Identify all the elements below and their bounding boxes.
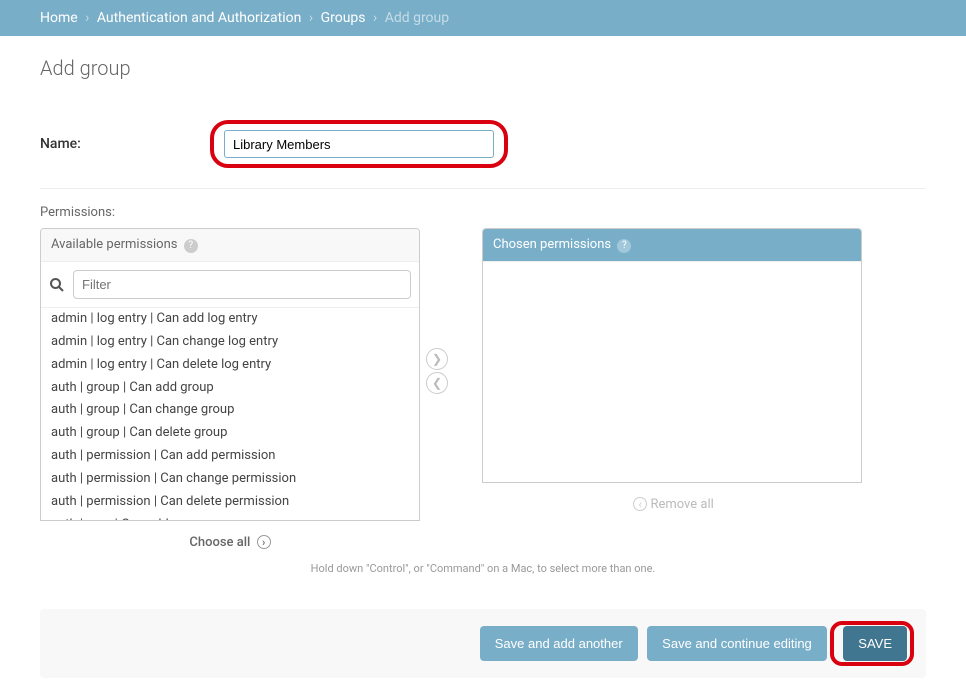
move-right-button[interactable]: ❯ [426, 348, 448, 370]
permission-option[interactable]: admin | log entry | Can change log entry [41, 331, 419, 354]
chevron-right-icon: › [309, 10, 313, 26]
help-icon[interactable]: ? [617, 239, 631, 253]
chevron-right-icon: › [85, 10, 89, 26]
submit-row: Save and add another Save and continue e… [40, 609, 926, 678]
permission-option[interactable]: auth | user | Can add user [41, 514, 419, 520]
chevron-right-icon: › [373, 10, 377, 26]
chosen-list[interactable] [483, 262, 861, 482]
permission-option[interactable]: auth | group | Can delete group [41, 422, 419, 445]
permissions-selector: Available permissions ? admin | log entr… [40, 228, 926, 550]
chosen-header-text: Chosen permissions [493, 237, 611, 252]
remove-all-text: Remove all [650, 497, 713, 512]
filter-input[interactable] [73, 270, 411, 299]
breadcrumb-current: Add group [385, 10, 449, 26]
permission-option[interactable]: auth | permission | Can change permissio… [41, 468, 419, 491]
permission-option[interactable]: auth | permission | Can add permission [41, 445, 419, 468]
save-highlight: SAVE [830, 621, 914, 666]
name-input[interactable] [224, 130, 494, 158]
save-button[interactable]: SAVE [843, 626, 907, 661]
breadcrumb-auth[interactable]: Authentication and Authorization [97, 10, 302, 26]
name-row: Name: [40, 108, 926, 189]
choose-all-link[interactable]: Choose all › [40, 521, 420, 550]
chevron-left-icon: ‹ [633, 497, 647, 511]
filter-row [41, 262, 419, 308]
permission-option[interactable]: auth | group | Can add group [41, 377, 419, 400]
save-add-another-button[interactable]: Save and add another [480, 626, 638, 661]
move-left-button[interactable]: ❮ [426, 372, 448, 394]
save-continue-button[interactable]: Save and continue editing [647, 626, 827, 661]
name-label: Name: [40, 136, 210, 152]
permissions-label: Permissions: [40, 205, 926, 220]
chosen-header: Chosen permissions ? [483, 229, 861, 262]
available-header: Available permissions ? [41, 229, 419, 262]
choose-all-text: Choose all [189, 535, 250, 550]
permission-option[interactable]: auth | permission | Can delete permissio… [41, 491, 419, 514]
available-list[interactable]: admin | log entry | Can add log entryadm… [41, 308, 419, 520]
help-icon[interactable]: ? [184, 239, 198, 253]
remove-all-link[interactable]: ‹ Remove all [482, 483, 862, 512]
search-icon [49, 277, 65, 293]
available-header-text: Available permissions [51, 237, 177, 252]
permission-option[interactable]: auth | group | Can change group [41, 399, 419, 422]
name-highlight [210, 120, 508, 168]
breadcrumb-groups[interactable]: Groups [321, 10, 366, 26]
selector-arrows: ❯ ❮ [420, 348, 454, 394]
breadcrumb-home[interactable]: Home [40, 10, 78, 26]
page-title: Add group [40, 56, 926, 80]
breadcrumb: Home › Authentication and Authorization … [0, 0, 966, 36]
selector-help-text: Hold down "Control", or "Command" on a M… [40, 562, 926, 575]
chevron-right-icon: › [257, 535, 271, 549]
available-permissions-box: Available permissions ? admin | log entr… [40, 228, 420, 521]
permission-option[interactable]: admin | log entry | Can delete log entry [41, 354, 419, 377]
chosen-permissions-box: Chosen permissions ? [482, 228, 862, 483]
permission-option[interactable]: admin | log entry | Can add log entry [41, 308, 419, 331]
